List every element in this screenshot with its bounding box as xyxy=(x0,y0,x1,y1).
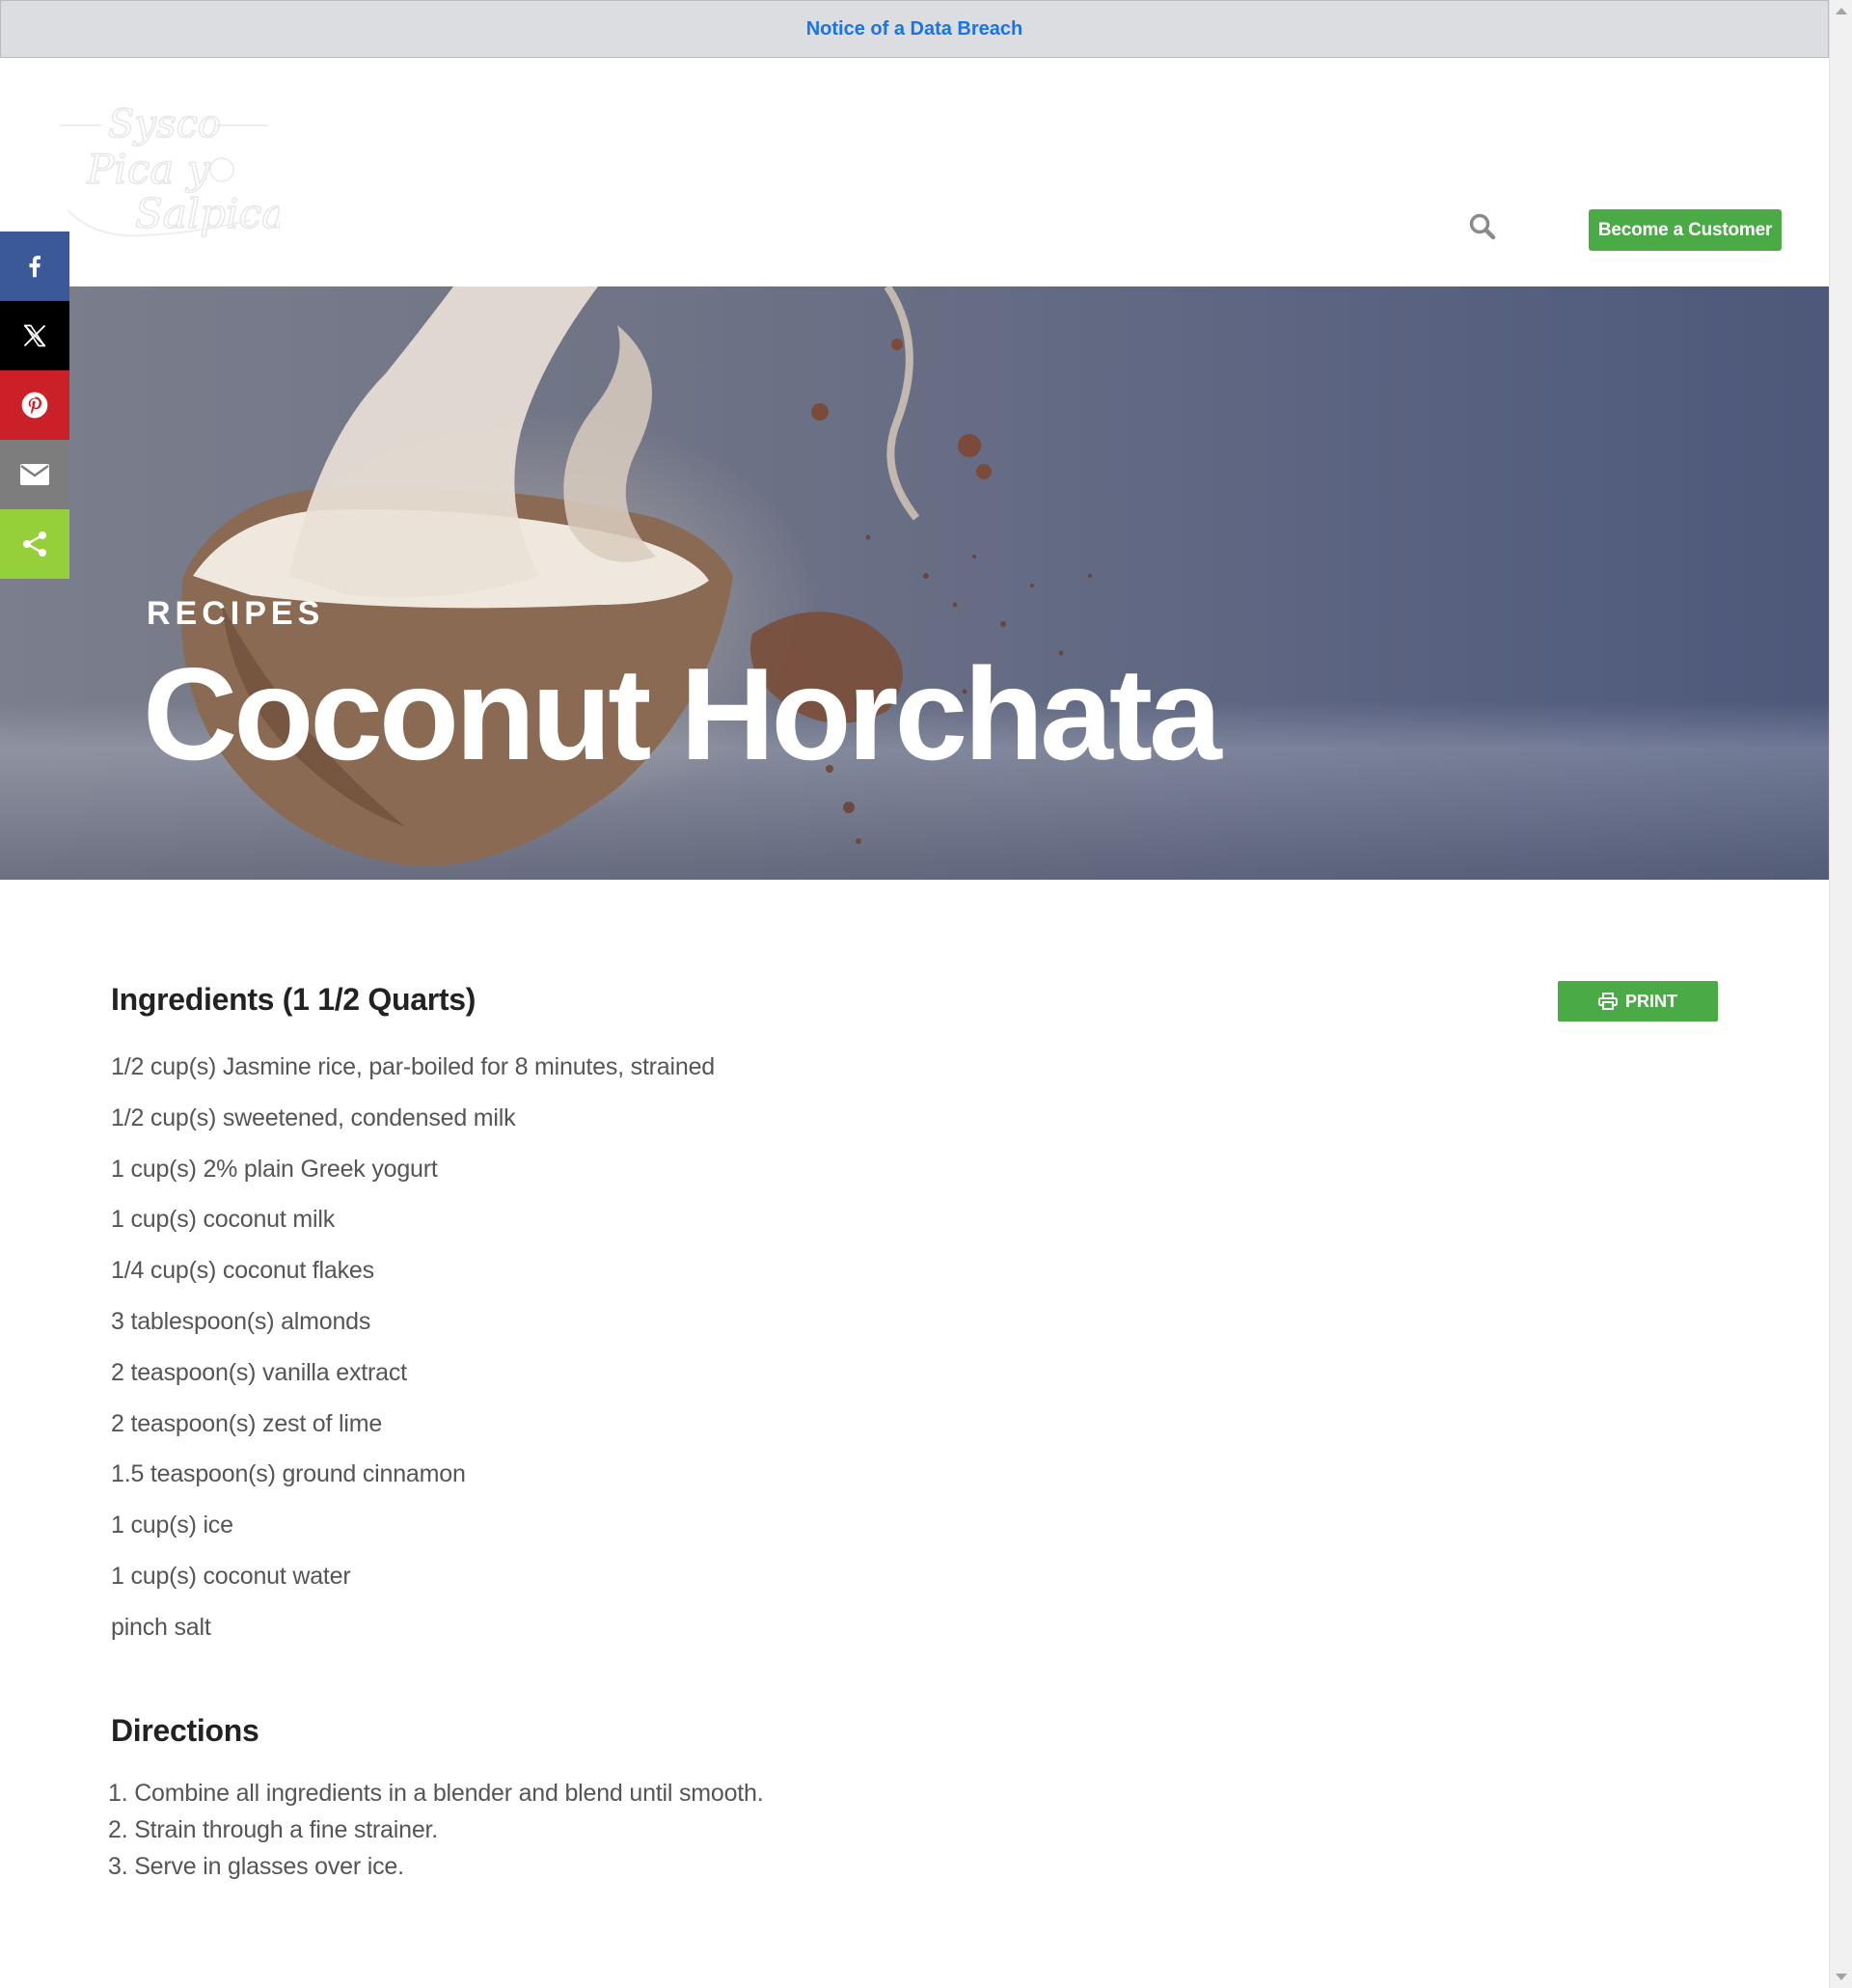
email-share-button[interactable] xyxy=(0,440,69,509)
logo-text-line2: Pica y xyxy=(86,146,211,193)
hero-eyebrow: RECIPES xyxy=(147,595,325,632)
directions-list: 1. Combine all ingredients in a blender … xyxy=(108,1775,764,1885)
ingredient-item: 1 cup(s) coconut milk xyxy=(111,1206,335,1234)
social-share-bar xyxy=(0,231,69,579)
print-button[interactable]: PRINT xyxy=(1558,981,1718,1021)
direction-step: 3. Serve in glasses over ice. xyxy=(108,1853,404,1880)
ingredient-item: 1.5 teaspoon(s) ground cinnamon xyxy=(111,1460,466,1488)
ingredient-item: pinch salt xyxy=(111,1613,211,1641)
ingredient-item: 1 cup(s) ice xyxy=(111,1511,233,1539)
facebook-icon xyxy=(29,256,41,278)
ingredient-item: 1/2 cup(s) sweetened, condensed milk xyxy=(111,1103,516,1131)
data-breach-notice-link[interactable]: Notice of a Data Breach xyxy=(806,18,1023,41)
print-button-label: PRINT xyxy=(1625,991,1677,1011)
pinterest-icon xyxy=(21,392,48,419)
scroll-up-arrow-icon[interactable] xyxy=(1836,8,1847,14)
email-icon xyxy=(20,464,49,485)
direction-step: 2. Strain through a fine strainer. xyxy=(108,1816,439,1843)
x-share-button[interactable] xyxy=(0,301,69,370)
ingredient-item: 1 cup(s) coconut water xyxy=(111,1562,351,1590)
ingredients-list: 1/2 cup(s) Jasmine rice, par-boiled for … xyxy=(111,1049,715,1661)
ingredient-item: 3 tablespoon(s) almonds xyxy=(111,1307,371,1335)
directions-heading: Directions xyxy=(111,1713,259,1748)
ingredient-item: 2 teaspoon(s) zest of lime xyxy=(111,1409,383,1437)
site-header: Sysco Pica y Salpica Become a Customer xyxy=(0,58,1829,286)
page-title: Coconut Horchata xyxy=(143,640,1222,787)
facebook-share-button[interactable] xyxy=(0,231,69,301)
logo-graphic: Sysco Pica y Salpica xyxy=(60,101,286,238)
page-scrollbar[interactable] xyxy=(1829,0,1852,1988)
become-a-customer-button[interactable]: Become a Customer xyxy=(1589,209,1782,251)
hero-banner: RECIPES Coconut Horchata xyxy=(0,286,1829,880)
print-icon xyxy=(1598,993,1618,1010)
notice-bar: Notice of a Data Breach xyxy=(0,0,1829,58)
ingredient-item: 1/2 cup(s) Jasmine rice, par-boiled for … xyxy=(111,1053,715,1080)
direction-step: 1. Combine all ingredients in a blender … xyxy=(108,1780,764,1807)
logo-text-line3: Salpica xyxy=(135,190,280,237)
pinterest-share-button[interactable] xyxy=(0,370,69,440)
search-icon xyxy=(1469,213,1496,240)
share-button[interactable] xyxy=(0,509,69,579)
x-icon xyxy=(23,324,46,347)
scroll-down-arrow-icon[interactable] xyxy=(1836,1974,1847,1980)
ingredient-item: 2 teaspoon(s) vanilla extract xyxy=(111,1358,407,1386)
ingredient-item: 1/4 cup(s) coconut flakes xyxy=(111,1257,374,1285)
ingredients-heading: Ingredients (1 1/2 Quarts) xyxy=(111,982,477,1017)
search-button[interactable] xyxy=(1468,212,1497,241)
logo-text-line1: Sysco xyxy=(108,104,221,147)
site-logo[interactable]: Sysco Pica y Salpica xyxy=(58,101,286,249)
ingredient-item: 1 cup(s) 2% plain Greek yogurt xyxy=(111,1155,438,1183)
share-icon xyxy=(23,531,46,557)
